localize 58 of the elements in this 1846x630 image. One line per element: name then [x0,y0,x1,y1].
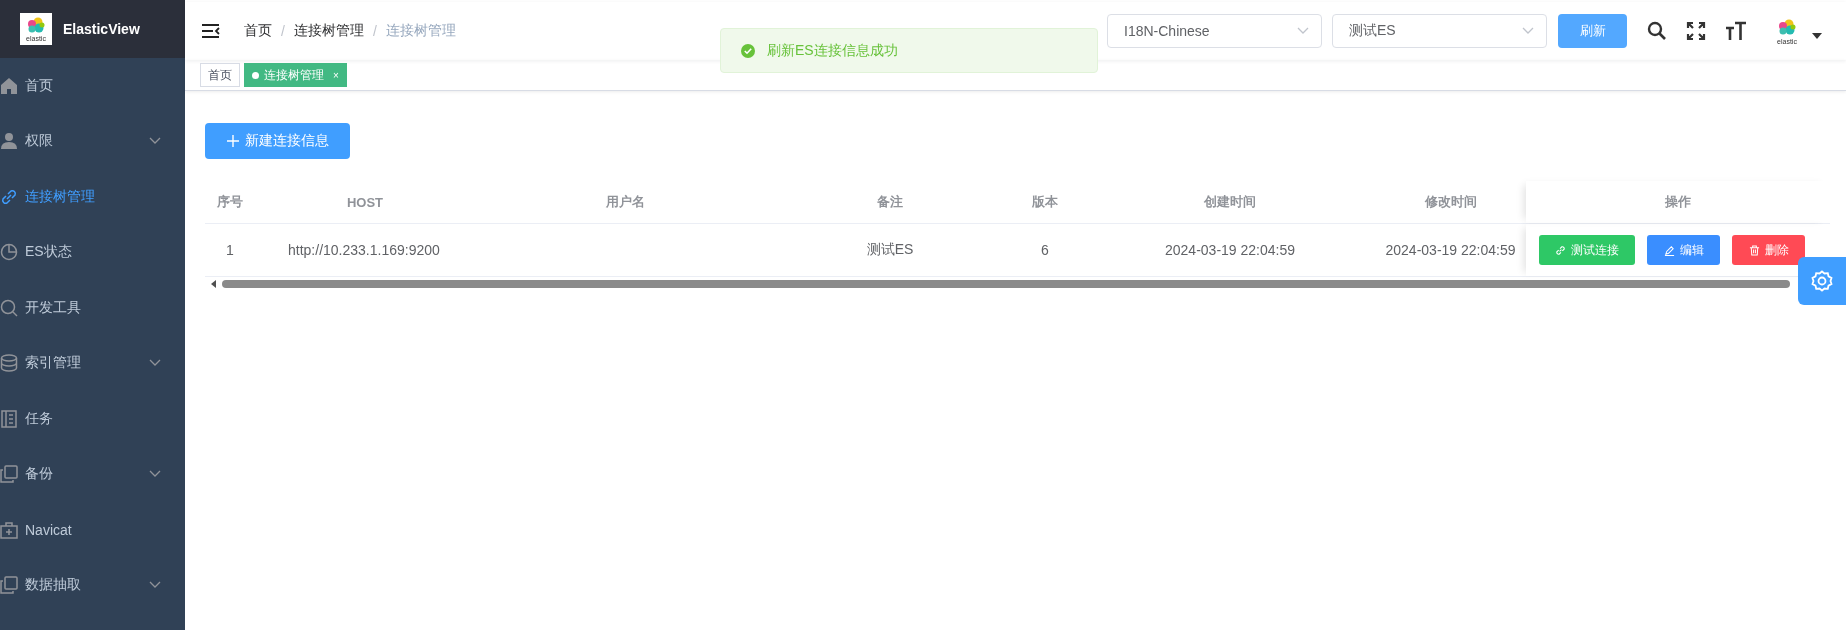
search-icon[interactable] [1647,21,1667,41]
table-cell: 2024-03-19 22:04:59 [1385,242,1516,258]
notebook-icon [0,409,18,428]
language-select[interactable]: I18N-Chinese [1107,14,1322,48]
column-header: 用户名 [605,193,645,211]
fullscreen-icon[interactable] [1686,21,1706,41]
settings-button[interactable] [1798,257,1846,305]
sidebar-item[interactable]: 数据抽取 [0,557,185,613]
sidebar-item[interactable]: 任务 [0,391,185,447]
check-circle-icon [741,43,755,58]
column-header: 修改时间 [1424,193,1477,211]
search-icon [0,298,18,317]
sidebar-item[interactable]: 首页 [0,58,185,114]
column-header: 备注 [877,193,903,211]
link-icon [0,187,18,206]
menu-icon[interactable] [202,24,220,38]
tab[interactable]: 首页 [200,63,240,87]
chevron-down-icon [1297,27,1309,35]
column-header: 创建时间 [1204,193,1256,211]
table-cell: 2024-03-19 22:04:59 [1165,242,1295,258]
link-icon [1555,244,1566,256]
sidebar-item[interactable]: 连接树管理 [0,169,185,225]
plus-icon [226,135,239,147]
breadcrumb-separator: / [281,23,285,39]
database-icon [0,354,18,373]
sidebar-item[interactable]: ES状态 [0,224,185,280]
copy-icon [0,576,18,595]
table-cell: 测试ES [866,241,914,259]
success-toast: 刷新ES连接信息成功 [720,28,1098,73]
connection-select[interactable]: 测试ES [1332,14,1547,48]
text-size-icon[interactable] [1725,21,1747,41]
pencil-icon [1663,244,1675,256]
user-icon [0,132,18,151]
pie-chart-icon [0,243,18,262]
breadcrumb-separator: / [372,23,377,39]
breadcrumb-item[interactable]: 连接树管理 [293,22,364,40]
first-aid-kit-icon [0,520,18,539]
sidebar-item[interactable]: Navicat [0,502,185,558]
sidebar-item[interactable]: 权限 [0,113,185,169]
caret-icon[interactable] [1812,33,1822,39]
table-cell: 6 [1041,242,1049,258]
column-header: HOST [346,194,384,210]
app-title: ElasticView [63,21,140,37]
breadcrumb-item: 连接树管理 [385,22,456,40]
sidebar-item[interactable]: 备份 [0,446,185,502]
column-header: 操作 [1665,193,1691,211]
home-icon [0,76,18,95]
sidebar-item[interactable]: 索引管理 [0,335,185,391]
copy-icon [0,465,18,484]
table-cell: http://10.233.1.169:9200 [288,242,440,258]
trash-icon [1748,244,1760,256]
column-header: 版本 [1032,193,1058,211]
settings-icon [1811,270,1833,292]
chevron-down-icon [1522,27,1534,35]
breadcrumb-item[interactable]: 首页 [244,22,272,40]
column-header: 序号 [217,193,243,211]
sidebar-item[interactable]: 开发工具 [0,280,185,336]
table-cell: 1 [226,242,234,258]
